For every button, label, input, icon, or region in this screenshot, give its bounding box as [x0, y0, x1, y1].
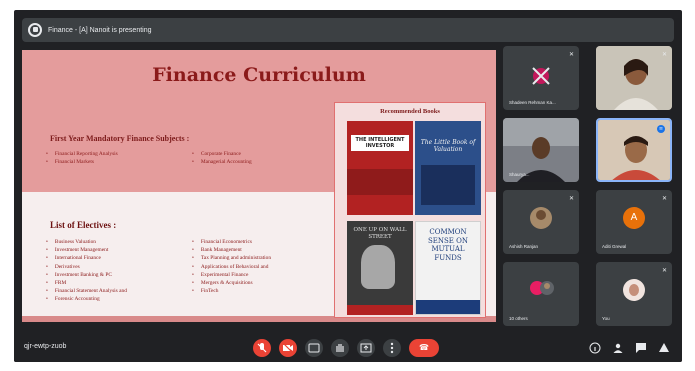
present-icon	[360, 343, 372, 353]
list-item: Financial Econometrics	[192, 238, 271, 246]
participant-name: Shaurya...	[509, 172, 530, 177]
slide-title: Finance Curriculum	[152, 64, 366, 86]
list-item: Investment Banking & PC	[46, 271, 127, 279]
mic-off-icon	[257, 343, 267, 353]
more-options-button[interactable]	[383, 339, 401, 357]
presentation-banner-text: Finance - [A] Nanoit is presenting	[48, 26, 152, 34]
presentation-banner[interactable]: Finance - [A] Nanoit is presenting	[22, 18, 674, 42]
people-button[interactable]	[612, 342, 624, 354]
book-title: THE INTELLIGENT INVESTOR	[351, 135, 409, 151]
captions-button[interactable]	[305, 339, 323, 357]
speaking-icon: ≡	[657, 125, 665, 133]
captions-icon	[308, 343, 320, 353]
list-item: Managerial Accounting	[192, 158, 252, 166]
list-item: International Finance	[46, 254, 127, 262]
book-cover-common-sense-mutual-funds: COMMON SENSE ON MUTUAL FUNDS	[415, 221, 481, 315]
book-cover-intelligent-investor: THE INTELLIGENT INVESTOR	[347, 121, 413, 215]
mic-off-icon: ✕	[661, 195, 667, 202]
end-call-icon: ☎	[419, 343, 429, 352]
camera-off-icon	[282, 342, 294, 354]
participant-tile[interactable]: Shaurya...	[503, 118, 579, 182]
mic-off-button[interactable]	[253, 339, 271, 357]
list-item: Experimental Finance	[192, 271, 271, 279]
recommended-books-panel: Recommended Books THE INTELLIGENT INVEST…	[334, 102, 486, 318]
list-item: Business Valuation	[46, 238, 127, 246]
chat-button[interactable]	[635, 342, 647, 354]
raise-hand-icon	[336, 344, 344, 352]
chat-icon	[636, 343, 646, 353]
meeting-details-button[interactable]	[589, 342, 601, 354]
meeting-code: qjr-ewtp-zuob	[24, 343, 67, 350]
book-cover-valuation: The Little Book of Valuation	[415, 121, 481, 215]
participant-name: You	[602, 316, 610, 321]
participant-tile-active-speaker[interactable]: ≡	[596, 118, 672, 182]
meet-window: Finance - [A] Nanoit is presenting Finan…	[14, 10, 682, 362]
list-item: Investment Management	[46, 246, 127, 254]
electives-list-left: Business Valuation Investment Management…	[46, 238, 127, 304]
list-item: Corporate Finance	[192, 150, 252, 158]
participant-name: Shadeen Rehman Ka...	[509, 100, 556, 105]
list-item: FRM	[46, 279, 127, 287]
list-item: Bank Management	[192, 246, 271, 254]
electives-list-right: Financial Econometrics Bank Management T…	[192, 238, 271, 295]
call-controls-bar: qjr-ewtp-zuob ☎	[14, 334, 682, 362]
camera-off-button[interactable]	[279, 339, 297, 357]
activities-button[interactable]	[658, 342, 670, 354]
book-title: ONE UP ON WALL STREET	[353, 227, 407, 240]
participant-tile[interactable]: ✕	[596, 46, 672, 110]
electives-heading: List of Electives :	[50, 220, 117, 230]
self-tile[interactable]: ✕ You	[596, 262, 672, 326]
list-item: FinTech	[192, 287, 271, 295]
people-icon	[613, 343, 623, 353]
list-item: Financial Statement Analysis and	[46, 287, 127, 295]
present-screen-icon	[28, 23, 42, 37]
participant-tile[interactable]: ✕ Shadeen Rehman Ka...	[503, 46, 579, 110]
participant-name: Ashish Ranjan	[509, 244, 539, 249]
present-button[interactable]	[357, 339, 375, 357]
mandatory-heading: First Year Mandatory Finance Subjects :	[50, 134, 190, 143]
recommended-books-heading: Recommended Books	[380, 108, 440, 115]
book-title: The Little Book of Valuation	[420, 139, 476, 153]
mic-off-icon: ✕	[661, 51, 667, 58]
more-vert-icon	[390, 342, 394, 354]
participant-tile[interactable]: A ✕ Aditi Grewal	[596, 190, 672, 254]
author-photo	[361, 245, 395, 289]
participant-video	[596, 46, 672, 110]
list-item: Financial Reporting Analysis	[46, 150, 118, 158]
book-title: COMMON SENSE ON MUTUAL FUNDS	[427, 228, 469, 262]
participant-initial-avatar: A	[623, 207, 645, 229]
others-tile[interactable]: 10 others	[503, 262, 579, 326]
mic-off-icon: ✕	[661, 267, 667, 274]
participant-tile[interactable]: ✕ Ashish Ranjan	[503, 190, 579, 254]
book-cover-one-up-on-wall-street: ONE UP ON WALL STREET	[347, 221, 413, 315]
mandatory-list-right: Corporate Finance Managerial Accounting	[192, 150, 252, 166]
list-item: Tax Planning and administration	[192, 254, 271, 262]
list-item: Financial Markets	[46, 158, 118, 166]
list-item: Forensic Accounting	[46, 295, 127, 303]
list-item: Mergers & Acquisitions	[192, 279, 271, 287]
others-count: 10 others	[509, 316, 528, 321]
raise-hand-button[interactable]	[331, 339, 349, 357]
shared-slide: Finance Curriculum First Year Mandatory …	[22, 50, 496, 322]
list-item: Derivatives	[46, 263, 127, 271]
mic-off-icon: ✕	[568, 51, 574, 58]
end-call-button[interactable]: ☎	[409, 339, 439, 357]
participant-name: Aditi Grewal	[602, 244, 627, 249]
activities-icon	[659, 343, 669, 352]
mic-off-icon: ✕	[568, 195, 574, 202]
info-icon	[589, 342, 601, 354]
list-item: Applications of Behavioral and	[192, 263, 271, 271]
mandatory-list-left: Financial Reporting Analysis Financial M…	[46, 150, 118, 166]
